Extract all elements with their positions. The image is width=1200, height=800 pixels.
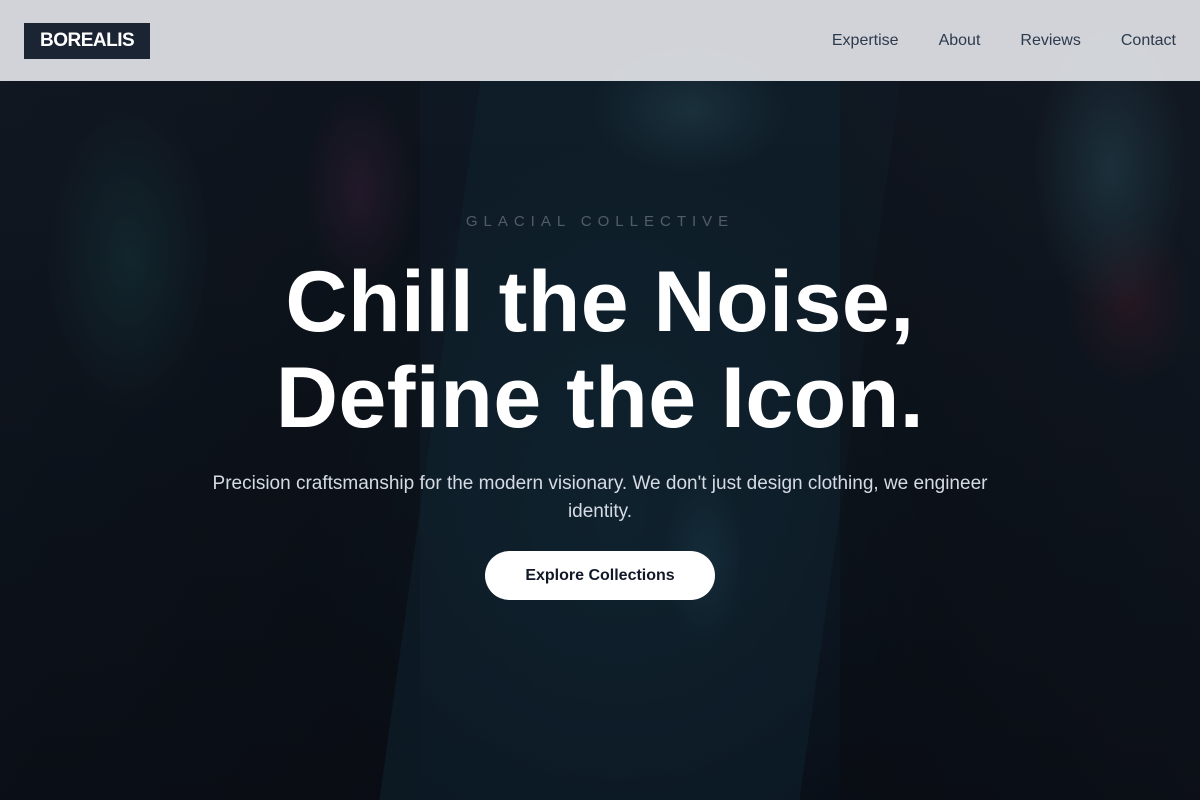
hero-subtext: Precision craftsmanship for the modern v… [212, 473, 988, 522]
nav-link-expertise[interactable]: Expertise [832, 32, 899, 50]
nav-link-about[interactable]: About [939, 32, 981, 50]
hero-section: GLACIAL COLLECTIVE Chill the Noise, Defi… [0, 0, 1200, 800]
headline-line-2: Define the Icon. [275, 350, 925, 446]
main-nav: Expertise About Reviews Contact [832, 32, 1176, 50]
hero-eyebrow: GLACIAL COLLECTIVE [465, 213, 735, 230]
landing-page: BOREALIS Expertise About Reviews Contact… [0, 0, 1200, 800]
nav-link-contact[interactable]: Contact [1121, 32, 1176, 50]
headline-line-1: Chill the Noise, [285, 254, 915, 350]
nav-link-reviews[interactable]: Reviews [1020, 32, 1080, 50]
hero-headline: Chill the Noise, Define the Icon. [0, 254, 1200, 446]
site-header: BOREALIS Expertise About Reviews Contact [0, 0, 1200, 81]
explore-collections-button[interactable]: Explore Collections [485, 551, 715, 600]
brand-logo[interactable]: BOREALIS [24, 22, 151, 59]
